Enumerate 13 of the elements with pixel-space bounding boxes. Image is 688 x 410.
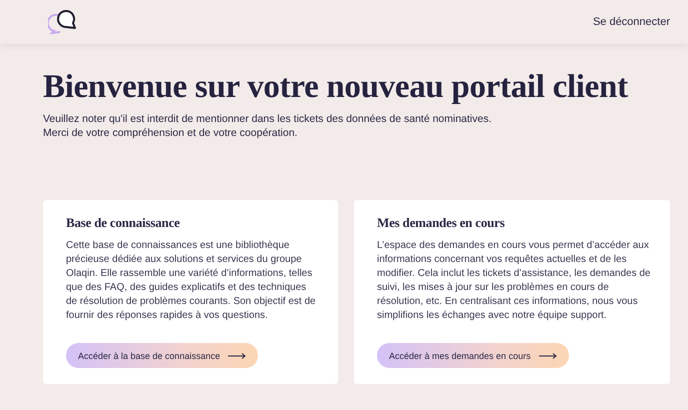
chat-bubbles-logo [48,9,78,35]
card-title: Base de connaissance [66,215,181,231]
page-title: Bienvenue sur votre nouveau portail client [43,68,628,106]
card-title: Mes demandes en cours [377,215,506,231]
card-button[interactable]: Accéder à la base de connaissance [66,343,258,368]
card-description: Cette base de connaissances est une bibliothèque précieuse dédiée aux solutions et services du groupe Olaqin. Elle rassemble une variété d’informations, telles que des FAQ, des guides explicatifs et des techniques de résolution de problèmes courants. Son objectif est de fournir des réponses rapides à vos questions. [66,239,317,323]
notice-text: Merci de votre compréhension et de votre coopération. [43,126,298,140]
notice-text: Veuillez noter qu'il est interdit de mentionner dans les tickets des données de santé nominatives. [43,112,493,126]
arrow-right-icon [228,352,246,358]
logout-link[interactable]: Se déconnecter [592,16,670,28]
arrow-right-icon [538,352,557,358]
card-button[interactable]: Accéder à mes demandes en cours [377,343,569,368]
card-description: L’espace des demandes en cours vous permet d’accéder aux informations concernant vos requêtes actuelles et de les modifier. Cela inclut les tickets d’assistance, les demandes de suivi, les mises à jour sur les problèmes en cours de résolution, etc. En centralisant ces informations, nous vous simplifions les échanges avec notre équipe support. [377,239,652,323]
